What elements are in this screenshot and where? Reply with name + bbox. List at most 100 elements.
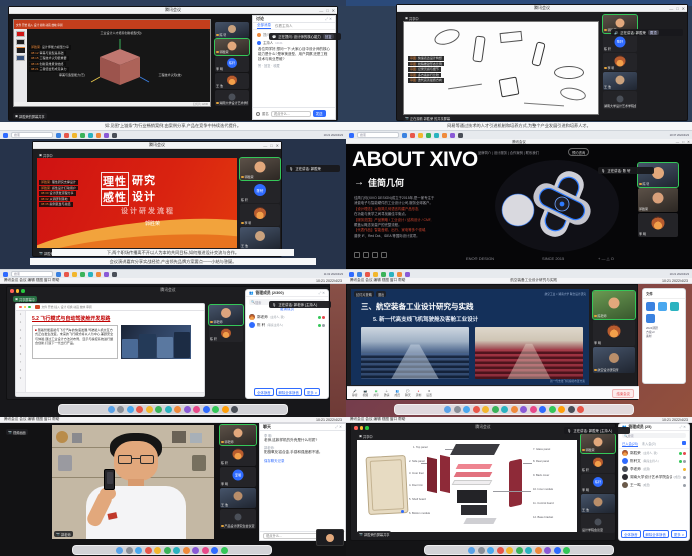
slide-thumbnail[interactable] [16,39,25,45]
maximize-button[interactable] [21,289,25,293]
dock-icon[interactable] [174,406,181,413]
unmute-all-button[interactable]: 解除全体静音 [643,530,669,538]
participant-tile[interactable]: 李 明 [593,320,635,346]
app-icon[interactable] [56,272,61,277]
record-button[interactable]: ●录制 [416,389,422,397]
file-icon[interactable] [670,302,679,311]
ppt-ribbon-tabs[interactable]: 文件 开始 插入 设计 切换 动画 放映 审阅 [42,305,92,309]
dock-icon[interactable] [520,406,527,413]
dock-icon[interactable] [511,406,518,413]
participant-tile[interactable]: 李明李 明 [220,467,256,487]
question-toast[interactable]: 💬正在提问: 设计师的核心能力回复 [269,33,341,40]
dock-icon[interactable] [173,547,180,554]
dock-icon[interactable] [193,406,200,413]
windows-taskbar[interactable]: 搜索 10:37 2022/4/23 [346,130,692,139]
dock-icon[interactable] [454,406,461,413]
social-icon[interactable] [363,252,369,258]
app-icon[interactable] [426,133,431,138]
panel-controls[interactable]: ⤢ ✕ [319,291,326,295]
participant-tile[interactable]: 李 明 [638,213,678,237]
video-button[interactable]: 📷视频 [363,389,369,397]
app-icon[interactable] [64,272,69,277]
minimize-button[interactable]: — [263,143,267,148]
participant-tile[interactable]: 王 浩 [220,488,256,508]
pip-self-view[interactable] [316,529,344,546]
window-titlebar[interactable]: 腾讯会议 —□✕ [397,5,687,12]
exit-badge[interactable]: 退出 [376,291,386,297]
hand-raised-icon[interactable] [683,468,686,471]
settings-button[interactable]: ⚙设置 [426,389,432,397]
dock-icon[interactable] [577,406,584,413]
dock-icon[interactable] [539,406,546,413]
maximize-button[interactable]: □ [270,143,272,148]
app-icon[interactable] [434,133,439,138]
dock-icon[interactable] [231,406,238,413]
ppt-thumbnail-strip[interactable] [14,29,27,102]
maximize-button[interactable]: □ [676,6,678,11]
member-row[interactable]: 陈轩文(联席主持人) [619,457,689,465]
dock-icon[interactable] [444,406,451,413]
app-icon[interactable] [88,272,93,277]
dock-icon[interactable] [568,406,575,413]
ppt-ribbon[interactable]: 文件 开始 插入 设计 切换 动画 放映 审阅 [14,20,210,29]
mute-button[interactable]: 🎤静音 [352,389,358,397]
window-titlebar[interactable]: 腾讯会议 —□✕ [9,7,337,14]
minimize-button[interactable]: — [669,6,673,11]
dock-icon[interactable] [530,406,537,413]
taskbar-search[interactable]: 搜索 [11,132,53,138]
slide-thumbnail[interactable] [16,47,25,53]
participant-tile[interactable]: 郭老师 [209,305,243,325]
dock-icon[interactable] [212,406,219,413]
taskbar-search[interactable]: 搜索 [357,132,399,138]
participant-tile[interactable]: 陈轩陈 轩 [603,34,637,52]
menu-items[interactable]: 腾讯会议 会议 编辑 视图 窗口 帮助 [4,417,59,422]
participant-strip[interactable]: 郭老师 陈 轩 李明李 明 王 浩 产品设计研究生会议室 [220,425,256,530]
dock-icon[interactable] [146,406,153,413]
participant-tile[interactable]: 王 浩 [603,72,637,90]
app-icon[interactable] [80,133,85,138]
start-button-icon[interactable] [349,272,354,277]
tab-host-only[interactable]: 仅看主持人 [275,24,293,29]
dock-icon[interactable] [211,547,218,554]
mac-window-controls[interactable] [354,426,369,430]
participant-tile[interactable]: 设计学院会议室 [581,514,615,533]
mic-off-icon[interactable] [683,484,686,487]
reply-button[interactable]: 回复 [323,34,334,39]
minimize-button[interactable] [24,306,27,309]
ppt-ribbon-tabs[interactable]: 文件 开始 插入 设计 切换 动画 放映 审阅 [16,23,63,27]
participant-tile[interactable]: 湖南大学设计艺术学院会议室 [215,90,249,106]
member-row[interactable]: 陈 轩(联席主持人) [246,321,328,329]
taskbar-search[interactable]: 搜索 [11,271,53,277]
dock-icon[interactable] [184,406,191,413]
close-button[interactable]: ✕ [682,6,685,11]
app-icon[interactable] [64,133,69,138]
dock-icon[interactable] [501,406,508,413]
participant-strip[interactable]: 陈 轩 郭胜荣 陈轩李 明 王 浩 湖南大学设计艺术学院会议室 [215,22,249,107]
participant-tile[interactable]: 陈轩陈 轩 [240,181,280,203]
invite-button[interactable]: ＋邀请 [384,389,390,397]
social-icon[interactable] [372,252,378,258]
close-button[interactable]: ✕ [332,8,335,13]
dock-icon[interactable] [117,406,124,413]
window-titlebar[interactable]: 腾讯会议 —□✕ [33,142,281,149]
file-icon[interactable] [646,302,655,311]
chat-button[interactable]: 💬聊天 [405,389,411,397]
dock-icon[interactable] [108,406,115,413]
start-button-icon[interactable] [349,133,354,138]
dock-icon[interactable] [463,406,470,413]
dock-icon[interactable] [549,406,556,413]
meeting-toolbar[interactable]: 🎤静音 📷视频 ▣共享 ＋邀请 👥成员 💬聊天 ●录制 ⚙设置 结束会议 [347,386,639,399]
dock-icon[interactable] [497,547,504,554]
camera-off-icon[interactable] [683,452,686,455]
participant-strip[interactable]: 郭胜荣 陈 轩 陈轩李 明 王 浩 设计学院会议室 [581,434,615,534]
app-icon[interactable] [442,133,447,138]
more-button[interactable]: 更多 ∨ [304,388,320,396]
participant-tile[interactable]: 陈 轩 [209,326,243,342]
panel-controls[interactable]: ⤢ ✕ [325,17,332,21]
taskbar-clock[interactable]: 10:21 2022/4/23 [670,273,689,276]
panel-controls[interactable]: ⤢ ✕ [680,425,687,429]
mute-all-button[interactable]: 全体静音 [254,388,274,396]
app-icon[interactable] [458,133,463,138]
send-button[interactable]: 发送 [313,110,326,117]
menu-items[interactable]: 腾讯会议 会议 编辑 视图 窗口 帮助 [4,278,59,283]
